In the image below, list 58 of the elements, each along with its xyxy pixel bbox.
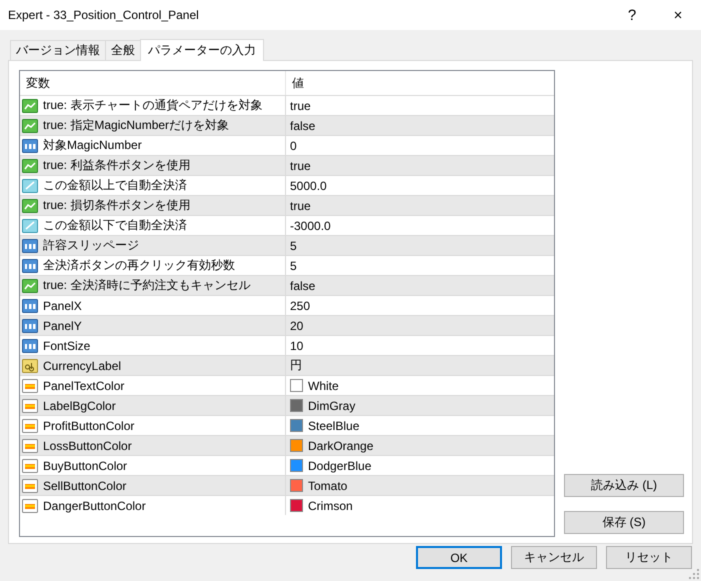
dialog-button[interactable]: リセット bbox=[606, 546, 692, 569]
parameter-name: SellButtonColor bbox=[43, 478, 126, 492]
tab[interactable]: バージョン情報 bbox=[10, 40, 106, 60]
parameter-value[interactable]: White bbox=[308, 378, 339, 392]
palette-icon bbox=[22, 478, 38, 494]
parameter-name: true: 指定MagicNumberだけを対象 bbox=[43, 117, 230, 134]
palette-icon bbox=[22, 438, 38, 454]
integer-icon bbox=[22, 318, 38, 334]
parameter-value[interactable]: false bbox=[290, 278, 316, 292]
parameter-name: PanelTextColor bbox=[43, 378, 124, 392]
parameter-value[interactable]: 円 bbox=[290, 357, 302, 374]
parameter-name: true: 損切条件ボタンを使用 bbox=[43, 197, 190, 214]
dialog-button[interactable]: OK bbox=[416, 546, 502, 569]
parameter-name: ProfitButtonColor bbox=[43, 418, 134, 432]
parameter-name: PanelX bbox=[43, 298, 82, 312]
parameter-value[interactable]: false bbox=[290, 118, 316, 132]
resize-grip-icon[interactable] bbox=[689, 569, 699, 579]
parameter-value[interactable]: 5 bbox=[290, 258, 297, 272]
parameter-value[interactable]: DimGray bbox=[308, 398, 356, 412]
parameter-value[interactable]: -3000.0 bbox=[290, 218, 331, 232]
parameter-value[interactable]: Crimson bbox=[308, 498, 353, 512]
palette-icon bbox=[22, 398, 38, 414]
parameter-name: BuyButtonColor bbox=[43, 458, 128, 472]
parameter-value[interactable]: 5 bbox=[290, 238, 297, 252]
side-button[interactable]: 読み込み (L) bbox=[564, 474, 684, 497]
parameter-name: この金額以上で自動全決済 bbox=[43, 177, 187, 194]
parameter-value[interactable]: DodgerBlue bbox=[308, 458, 372, 472]
parameter-value[interactable]: true bbox=[290, 198, 311, 212]
integer-icon bbox=[22, 238, 38, 254]
text-icon bbox=[22, 358, 38, 374]
parameter-name: DangerButtonColor bbox=[43, 498, 146, 512]
parameter-name: true: 全決済時に予約注文もキャンセル bbox=[43, 277, 250, 294]
parameter-value[interactable]: 5000.0 bbox=[290, 178, 327, 192]
parameter-value[interactable]: SteelBlue bbox=[308, 418, 360, 432]
parameter-value[interactable]: Tomato bbox=[308, 478, 348, 492]
parameter-name: true: 表示チャートの通貨ペアだけを対象 bbox=[43, 97, 262, 114]
dialog-button[interactable]: キャンセル bbox=[511, 546, 597, 569]
parameter-value[interactable]: 20 bbox=[290, 318, 304, 332]
parameter-name: LossButtonColor bbox=[43, 438, 132, 452]
parameter-name: LabelBgColor bbox=[43, 398, 116, 412]
parameter-value[interactable]: 0 bbox=[290, 138, 297, 152]
parameter-value[interactable]: 250 bbox=[290, 298, 310, 312]
parameter-name: PanelY bbox=[43, 318, 82, 332]
parameter-name: CurrencyLabel bbox=[43, 358, 122, 372]
parameter-name: 許容スリッページ bbox=[43, 237, 139, 254]
parameter-value[interactable]: true bbox=[290, 158, 311, 172]
parameter-name: 対象MagicNumber bbox=[43, 137, 142, 154]
parameter-value[interactable]: 10 bbox=[290, 338, 304, 352]
parameter-name: true: 利益条件ボタンを使用 bbox=[43, 157, 190, 174]
parameter-name: この金額以下で自動全決済 bbox=[43, 217, 187, 234]
side-button[interactable]: 保存 (S) bbox=[564, 511, 684, 534]
window-title: Expert - 33_Position_Control_Panel bbox=[8, 8, 199, 22]
parameter-name: 全決済ボタンの再クリック有効秒数 bbox=[43, 257, 235, 274]
parameter-name: FontSize bbox=[43, 338, 90, 352]
tab[interactable]: パラメーターの入力 bbox=[140, 39, 264, 61]
parameter-value[interactable]: true bbox=[290, 98, 311, 112]
column-header[interactable]: 値 bbox=[286, 71, 554, 95]
parameter-value[interactable]: DarkOrange bbox=[308, 438, 374, 452]
